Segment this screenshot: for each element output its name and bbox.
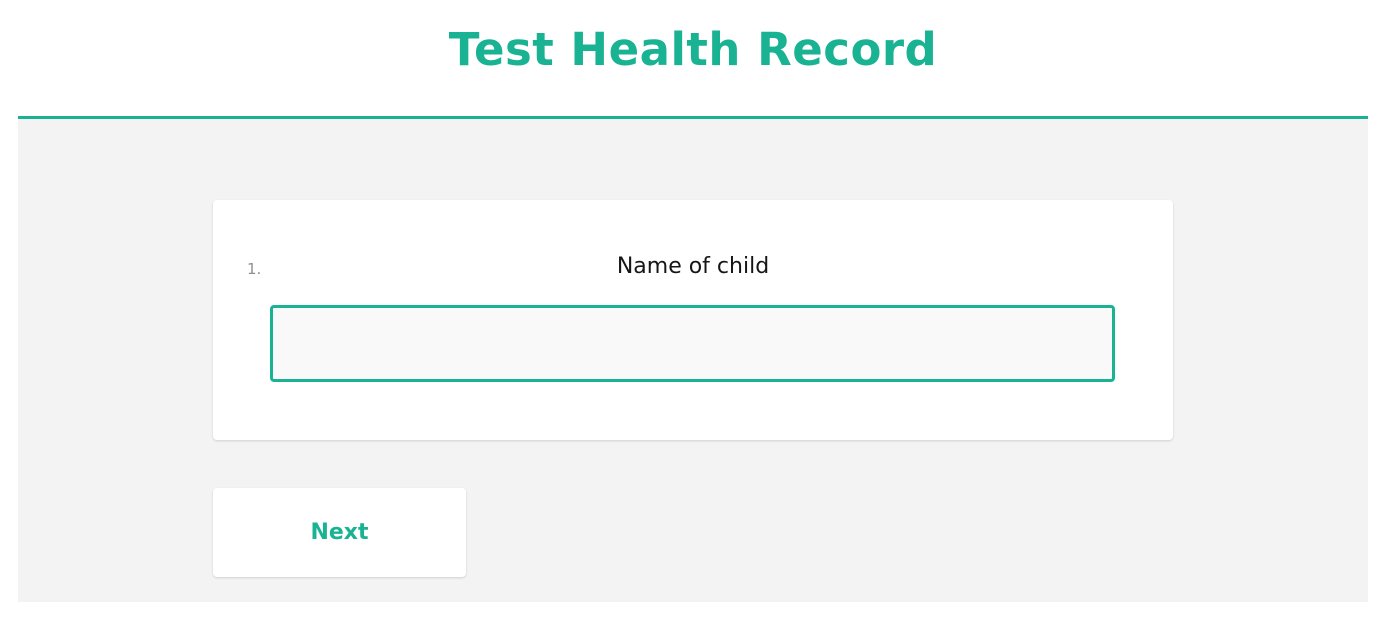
child-name-input[interactable] [270, 305, 1115, 382]
survey-header: Test Health Record [18, 0, 1368, 119]
question-title: Name of child [616, 254, 770, 279]
question-card: 1. Name of child [213, 200, 1173, 440]
survey-body: 1. Name of child Next [18, 119, 1368, 602]
survey-title: Test Health Record [448, 23, 938, 76]
next-button[interactable]: Next [213, 488, 466, 577]
